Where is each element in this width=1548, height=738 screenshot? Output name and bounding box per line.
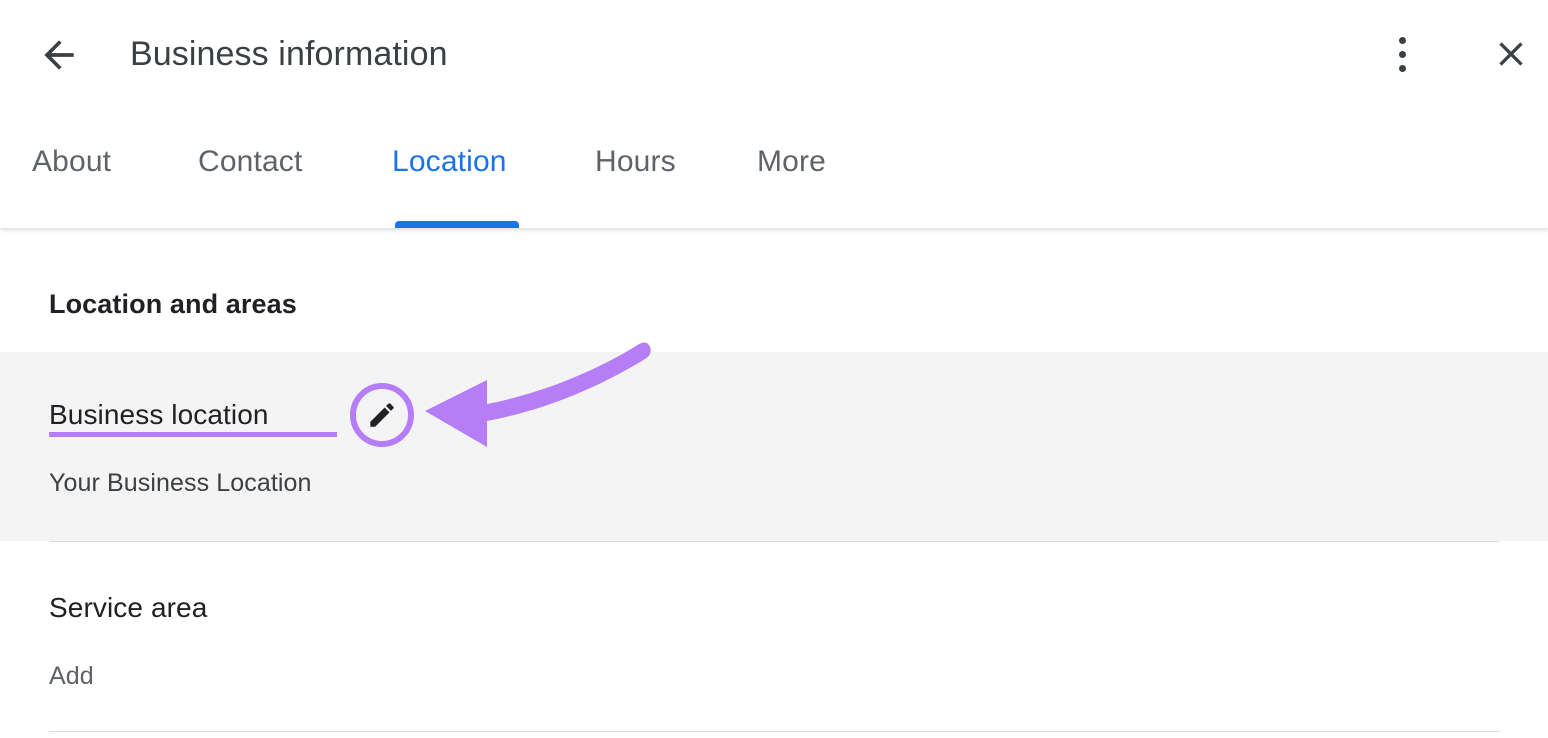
business-location-underline-highlight (49, 432, 337, 437)
row-divider (49, 731, 1500, 732)
overflow-menu-button[interactable] (1370, 22, 1434, 86)
page-title: Business information (130, 30, 448, 78)
dialog-header: Business information About Contact Locat… (0, 0, 1548, 228)
business-location-value: Your Business Location (49, 466, 312, 500)
tab-hours[interactable]: Hours (595, 140, 676, 210)
close-button[interactable] (1479, 22, 1543, 86)
business-location-label: Business location (49, 396, 269, 434)
location-panel: Location and areas Business location You… (0, 228, 1548, 738)
kebab-menu-icon (1399, 33, 1406, 75)
tab-contact[interactable]: Contact (198, 140, 302, 210)
active-tab-indicator (395, 221, 519, 228)
tab-bar: About Contact Location Hours More (0, 140, 1548, 228)
tab-about[interactable]: About (32, 140, 111, 210)
tab-location[interactable]: Location (392, 140, 507, 210)
arrow-left-icon (37, 33, 81, 77)
tab-more[interactable]: More (757, 140, 826, 210)
business-location-row[interactable] (0, 352, 1548, 541)
row-divider (49, 541, 1500, 542)
section-heading: Location and areas (49, 285, 297, 323)
service-area-add-link[interactable]: Add (49, 659, 94, 693)
service-area-label: Service area (49, 589, 207, 627)
close-icon (1491, 34, 1531, 74)
back-button[interactable] (28, 24, 90, 86)
